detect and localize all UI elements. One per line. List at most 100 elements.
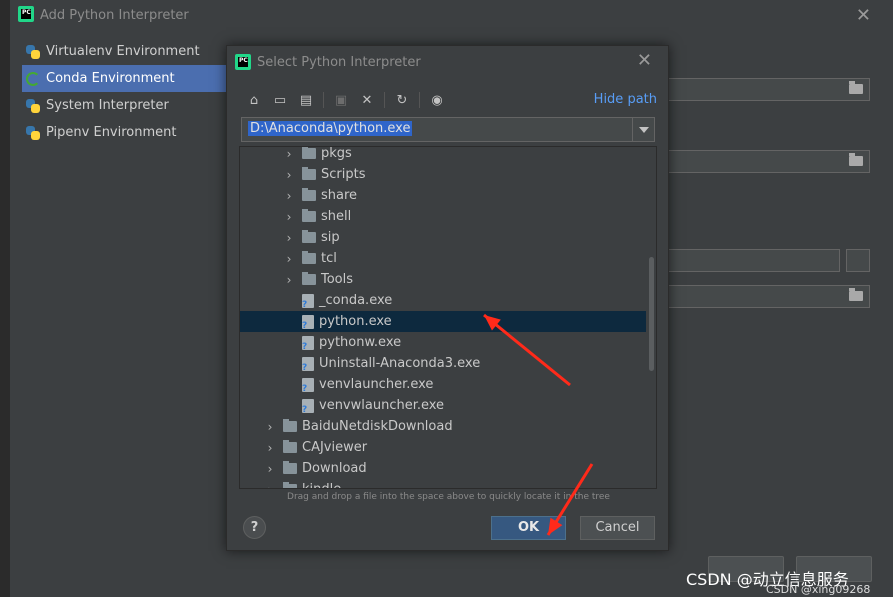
- python-file-icon: [302, 293, 314, 310]
- pycharm-logo-icon: PC: [235, 54, 251, 70]
- help-button[interactable]: ?: [243, 516, 266, 539]
- file-chooser-toolbar: ⌂ ▭ ▤ ▣ ✕ ↻ ◉: [245, 90, 454, 110]
- path-dropdown-icon[interactable]: [632, 118, 654, 141]
- tree-folder-row[interactable]: › kindle: [240, 479, 646, 489]
- env-item-pipenv[interactable]: Pipenv Environment: [22, 119, 227, 146]
- folder-icon: [302, 147, 316, 159]
- folder-icon: [302, 167, 316, 180]
- toolbar-separator: [419, 92, 420, 108]
- file-tree[interactable]: › pkgs › Scripts › share › shell › sip › tcl › Tools _…: [239, 146, 657, 489]
- tree-item-label: CAJviewer: [302, 440, 368, 455]
- expand-chevron-icon[interactable]: ›: [284, 168, 294, 182]
- tree-file-row[interactable]: python.exe: [240, 311, 646, 332]
- python-file-icon: [302, 335, 314, 352]
- outer-dialog-titlebar: PC Add Python Interpreter ✕: [12, 0, 893, 32]
- expand-chevron-icon[interactable]: ›: [284, 147, 294, 161]
- expand-chevron-icon[interactable]: ›: [265, 441, 275, 455]
- env-label: Pipenv Environment: [46, 125, 177, 140]
- env-item-virtualenv[interactable]: Virtualenv Environment: [22, 38, 227, 65]
- show-hidden-icon[interactable]: ◉: [428, 91, 446, 109]
- inner-dialog-title: Select Python Interpreter: [257, 55, 421, 70]
- watermark-text-small: CSDN @xing09268: [766, 583, 871, 596]
- browse-folder-icon[interactable]: [849, 81, 863, 94]
- python-file-icon: [302, 314, 314, 331]
- tree-file-row[interactable]: venvwlauncher.exe: [240, 395, 646, 416]
- tree-item-label: tcl: [321, 251, 337, 266]
- env-item-conda[interactable]: Conda Environment: [22, 65, 227, 92]
- desktop-icon[interactable]: ▭: [271, 91, 289, 109]
- refresh-icon[interactable]: ↻: [393, 91, 411, 109]
- environment-list: Virtualenv Environment Conda Environment…: [22, 38, 227, 146]
- tree-folder-row[interactable]: › Tools: [240, 269, 646, 290]
- tree-file-row[interactable]: pythonw.exe: [240, 332, 646, 353]
- tree-item-label: Tools: [321, 272, 354, 287]
- tree-folder-row[interactable]: › Scripts: [240, 164, 646, 185]
- home-icon[interactable]: ⌂: [245, 91, 263, 109]
- python-icon: [26, 44, 40, 59]
- ok-button[interactable]: OK: [491, 516, 566, 540]
- expand-chevron-icon[interactable]: ›: [265, 462, 275, 476]
- conda-exe-field[interactable]: [660, 285, 870, 308]
- browse-folder-icon[interactable]: [849, 288, 863, 301]
- location-field[interactable]: [660, 78, 870, 101]
- expand-chevron-icon[interactable]: ›: [284, 189, 294, 203]
- tree-item-label: shell: [321, 209, 352, 224]
- pycharm-logo-icon: PC: [18, 6, 34, 22]
- python-icon: [26, 98, 40, 113]
- env-label: System Interpreter: [46, 98, 169, 113]
- select-interpreter-dialog: PC Select Python Interpreter ✕ ⌂ ▭ ▤ ▣ ✕…: [226, 45, 669, 551]
- tree-item-label: kindle: [302, 482, 341, 488]
- path-input[interactable]: D:\Anaconda\python.exe: [241, 117, 655, 142]
- tree-folder-row[interactable]: › pkgs: [240, 147, 646, 164]
- env-label: Virtualenv Environment: [46, 44, 200, 59]
- tree-item-label: Scripts: [321, 167, 366, 182]
- project-folder-icon[interactable]: ▤: [297, 91, 315, 109]
- cancel-button[interactable]: Cancel: [580, 516, 655, 540]
- expand-chevron-icon[interactable]: ›: [284, 231, 294, 245]
- hide-path-link[interactable]: Hide path: [594, 92, 657, 107]
- env-label: Conda Environment: [46, 71, 175, 86]
- conda-icon: [26, 71, 40, 86]
- tree-folder-row[interactable]: › tcl: [240, 248, 646, 269]
- tree-item-label: venvlauncher.exe: [319, 377, 434, 392]
- tree-item-label: Download: [302, 461, 367, 476]
- tree-file-row[interactable]: Uninstall-Anaconda3.exe: [240, 353, 646, 374]
- folder-icon: [302, 251, 316, 264]
- tree-folder-row[interactable]: › sip: [240, 227, 646, 248]
- interpreter-select[interactable]: [660, 249, 840, 272]
- tree-folder-row[interactable]: › Download: [240, 458, 646, 479]
- tree-item-label: BaiduNetdiskDownload: [302, 419, 453, 434]
- tree-item-label: python.exe: [319, 314, 392, 329]
- python-version-field[interactable]: [660, 150, 870, 173]
- more-button[interactable]: [846, 249, 870, 272]
- expand-chevron-icon[interactable]: ›: [284, 252, 294, 266]
- expand-chevron-icon[interactable]: ›: [265, 483, 275, 489]
- tree-folder-row[interactable]: › BaiduNetdiskDownload: [240, 416, 646, 437]
- expand-chevron-icon[interactable]: ›: [284, 210, 294, 224]
- tree-item-label: _conda.exe: [319, 293, 393, 308]
- expand-chevron-icon[interactable]: ›: [265, 420, 275, 434]
- browse-folder-icon[interactable]: [849, 153, 863, 166]
- folder-icon: [302, 188, 316, 201]
- tree-folder-row[interactable]: › share: [240, 185, 646, 206]
- toolbar-separator: [384, 92, 385, 108]
- env-item-system[interactable]: System Interpreter: [22, 92, 227, 119]
- tree-item-label: pythonw.exe: [319, 335, 402, 350]
- outer-dialog-title: Add Python Interpreter: [40, 8, 189, 23]
- new-folder-icon[interactable]: ▣: [332, 91, 350, 109]
- tree-file-row[interactable]: _conda.exe: [240, 290, 646, 311]
- delete-icon[interactable]: ✕: [358, 91, 376, 109]
- tree-folder-row[interactable]: › shell: [240, 206, 646, 227]
- tree-folder-row[interactable]: › CAJviewer: [240, 437, 646, 458]
- tree-item-label: share: [321, 188, 358, 203]
- expand-chevron-icon[interactable]: ›: [284, 273, 294, 287]
- python-file-icon: [302, 356, 314, 373]
- drag-drop-hint: Drag and drop a file into the space abov…: [287, 492, 610, 502]
- tree-scrollbar[interactable]: [649, 257, 654, 371]
- outer-close-icon[interactable]: ✕: [856, 5, 871, 26]
- folder-icon: [302, 272, 316, 285]
- background-sidebar: [0, 0, 10, 597]
- inner-close-icon[interactable]: ✕: [637, 50, 652, 71]
- tree-file-row[interactable]: venvlauncher.exe: [240, 374, 646, 395]
- folder-icon: [283, 419, 297, 432]
